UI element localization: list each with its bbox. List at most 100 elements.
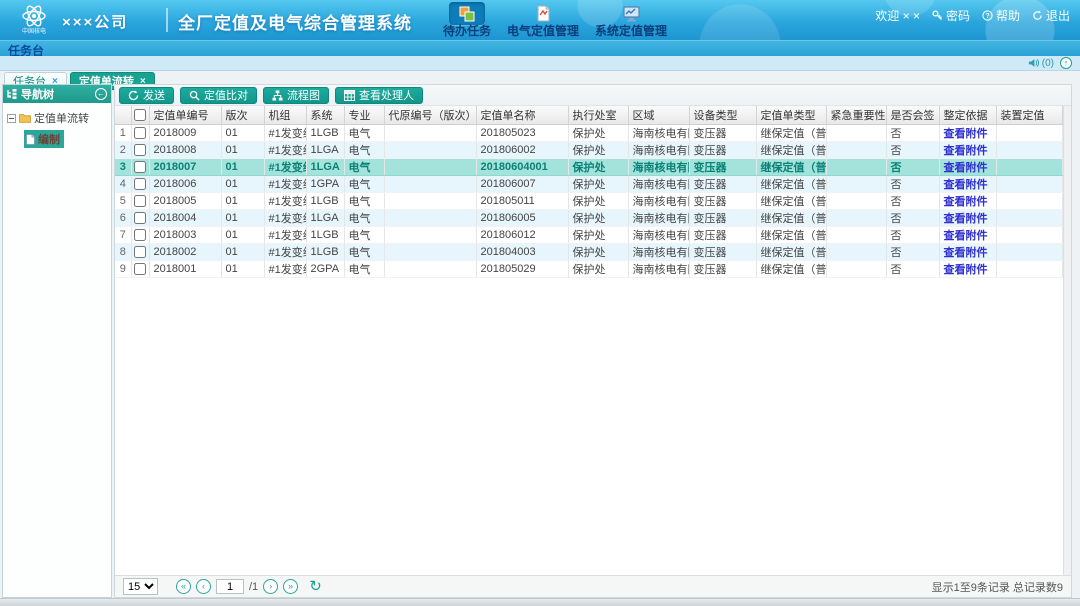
tree-node-compile[interactable]: 编制 xyxy=(24,130,64,148)
tree-node-root[interactable]: 定值单流转 xyxy=(7,110,107,126)
column-header[interactable]: 代原编号（版次） xyxy=(384,106,476,124)
send-button[interactable]: 发送 xyxy=(119,87,174,104)
cell: 变压器 xyxy=(689,192,756,209)
view-attachment-link[interactable]: 查看附件 xyxy=(944,213,988,225)
cell: 查看附件 xyxy=(939,158,996,175)
column-header[interactable]: 区域 xyxy=(628,106,689,124)
table-row[interactable]: 4201800601#1发变组1GPA电气201806007保护处海南核电有限公… xyxy=(115,175,1063,192)
row-checkbox[interactable] xyxy=(134,144,146,156)
subheader-bar: 任务台 xyxy=(0,40,1080,56)
table-row[interactable]: 2201800801#1发变组1LGA电气201806002保护处海南核电有限公… xyxy=(115,141,1063,158)
column-header[interactable]: 定值单编号 xyxy=(149,106,221,124)
row-checkbox[interactable] xyxy=(134,263,146,275)
column-header[interactable]: 紧急重要性 xyxy=(826,106,886,124)
help-icon: ? xyxy=(982,10,993,21)
cell: 01 xyxy=(221,141,264,158)
cell: 否 xyxy=(886,260,939,277)
view-attachment-link[interactable]: 查看附件 xyxy=(944,230,988,242)
speaker-icon xyxy=(1028,58,1039,68)
cell xyxy=(384,192,476,209)
current-page-input[interactable] xyxy=(216,579,244,594)
logout-link[interactable]: 退出 xyxy=(1032,7,1070,24)
cell: 201806012 xyxy=(476,226,568,243)
column-header[interactable]: 装置定值 xyxy=(996,106,1063,124)
page-size-select[interactable]: 15 xyxy=(123,578,158,595)
row-checkbox[interactable] xyxy=(134,178,146,190)
flowchart-icon xyxy=(272,90,283,101)
cell: 01 xyxy=(221,226,264,243)
table-row[interactable]: 3201800701#1发变组1LGA电气20180604001保护处海南核电有… xyxy=(115,158,1063,175)
password-link[interactable]: 密码 xyxy=(932,7,970,24)
column-header[interactable]: 专业 xyxy=(344,106,384,124)
cell: #1发变组 xyxy=(264,158,306,175)
row-checkbox-cell xyxy=(131,209,149,226)
cell xyxy=(826,175,886,192)
row-number: 3 xyxy=(115,158,131,175)
row-checkbox[interactable] xyxy=(134,246,146,258)
view-handlers-button[interactable]: 查看处理人 xyxy=(335,87,423,104)
cell: 变压器 xyxy=(689,175,756,192)
table-row[interactable]: 8201800201#1发变组1LGB电气201804003保护处海南核电有限公… xyxy=(115,243,1063,260)
company-name: ×××公司 xyxy=(62,11,128,32)
column-header[interactable]: 系统 xyxy=(306,106,344,124)
row-checkbox[interactable] xyxy=(134,127,146,139)
view-attachment-link[interactable]: 查看附件 xyxy=(944,179,988,191)
view-attachment-link[interactable]: 查看附件 xyxy=(944,247,988,259)
main-menu: 待办任务 电气定值管理 xyxy=(443,2,667,38)
view-attachment-link[interactable]: 查看附件 xyxy=(944,162,988,174)
view-attachment-link[interactable]: 查看附件 xyxy=(944,128,988,140)
row-number: 2 xyxy=(115,141,131,158)
document-icon xyxy=(26,134,35,145)
column-header[interactable]: 版次 xyxy=(221,106,264,124)
table-row[interactable]: 7201800301#1发变组1LGB电气201806012保护处海南核电有限公… xyxy=(115,226,1063,243)
menu-item-electrical-setting[interactable]: 电气定值管理 xyxy=(507,2,579,38)
row-number-header xyxy=(115,106,131,124)
row-checkbox[interactable] xyxy=(134,161,146,173)
cell: 2018001 xyxy=(149,260,221,277)
cell: 继保定值（普通） xyxy=(756,124,826,141)
cell xyxy=(996,260,1063,277)
column-header[interactable]: 是否会签 xyxy=(886,106,939,124)
column-header[interactable]: 执行处室 xyxy=(568,106,628,124)
refresh-icon[interactable]: ↻ xyxy=(309,579,322,594)
tree-expander-icon[interactable] xyxy=(7,114,16,123)
compare-settings-button[interactable]: 定值比对 xyxy=(180,87,257,104)
view-attachment-link[interactable]: 查看附件 xyxy=(944,196,988,208)
sidebar-collapse-icon[interactable]: ← xyxy=(95,88,107,100)
vertical-scrollbar[interactable] xyxy=(1063,106,1071,575)
menu-item-system-setting[interactable]: 系统定值管理 xyxy=(595,2,667,38)
column-header[interactable]: 设备类型 xyxy=(689,106,756,124)
sound-notice[interactable]: (0) xyxy=(1028,58,1054,69)
app-header: 中国核电 ×××公司 全厂定值及电气综合管理系统 待办任务 xyxy=(0,0,1080,40)
column-header[interactable]: 机组 xyxy=(264,106,306,124)
row-checkbox[interactable] xyxy=(134,212,146,224)
column-header[interactable]: 定值单类型 xyxy=(756,106,826,124)
table-row[interactable]: 9201800101#1发变组2GPA电气201805029保护处海南核电有限公… xyxy=(115,260,1063,277)
scroll-top-icon[interactable]: ↑ xyxy=(1060,57,1072,69)
first-page-button[interactable]: « xyxy=(176,579,191,594)
view-attachment-link[interactable]: 查看附件 xyxy=(944,264,988,276)
electrical-setting-icon xyxy=(525,2,561,25)
cell xyxy=(826,209,886,226)
table-row[interactable]: 5201800501#1发变组1LGB电气201805011保护处海南核电有限公… xyxy=(115,192,1063,209)
view-attachment-link[interactable]: 查看附件 xyxy=(944,145,988,157)
column-header[interactable]: 定值单名称 xyxy=(476,106,568,124)
menu-item-todo-tasks[interactable]: 待办任务 xyxy=(443,2,491,38)
cell: 20180604001 xyxy=(476,158,568,175)
table-row[interactable]: 6201800401#1发变组1LGA电气201806005保护处海南核电有限公… xyxy=(115,209,1063,226)
menu-item-label: 待办任务 xyxy=(443,25,491,38)
screen: 中国核电 ×××公司 全厂定值及电气综合管理系统 待办任务 xyxy=(0,0,1080,606)
table-row[interactable]: 1201800901#1发变组1LGB电气201805023保护处海南核电有限公… xyxy=(115,124,1063,141)
column-header[interactable]: 整定依据 xyxy=(939,106,996,124)
row-checkbox[interactable] xyxy=(134,195,146,207)
prev-page-button[interactable]: ‹ xyxy=(196,579,211,594)
toolbar: 发送 定值比对 流程图 查看处理人 xyxy=(115,85,1071,106)
row-checkbox[interactable] xyxy=(134,229,146,241)
flowchart-button[interactable]: 流程图 xyxy=(263,87,329,104)
next-page-button[interactable]: › xyxy=(263,579,278,594)
select-all-checkbox[interactable] xyxy=(134,109,146,121)
cell: 保护处 xyxy=(568,260,628,277)
help-link[interactable]: ? 帮助 xyxy=(982,7,1020,24)
cell: 海南核电有限公司 xyxy=(628,175,689,192)
last-page-button[interactable]: » xyxy=(283,579,298,594)
